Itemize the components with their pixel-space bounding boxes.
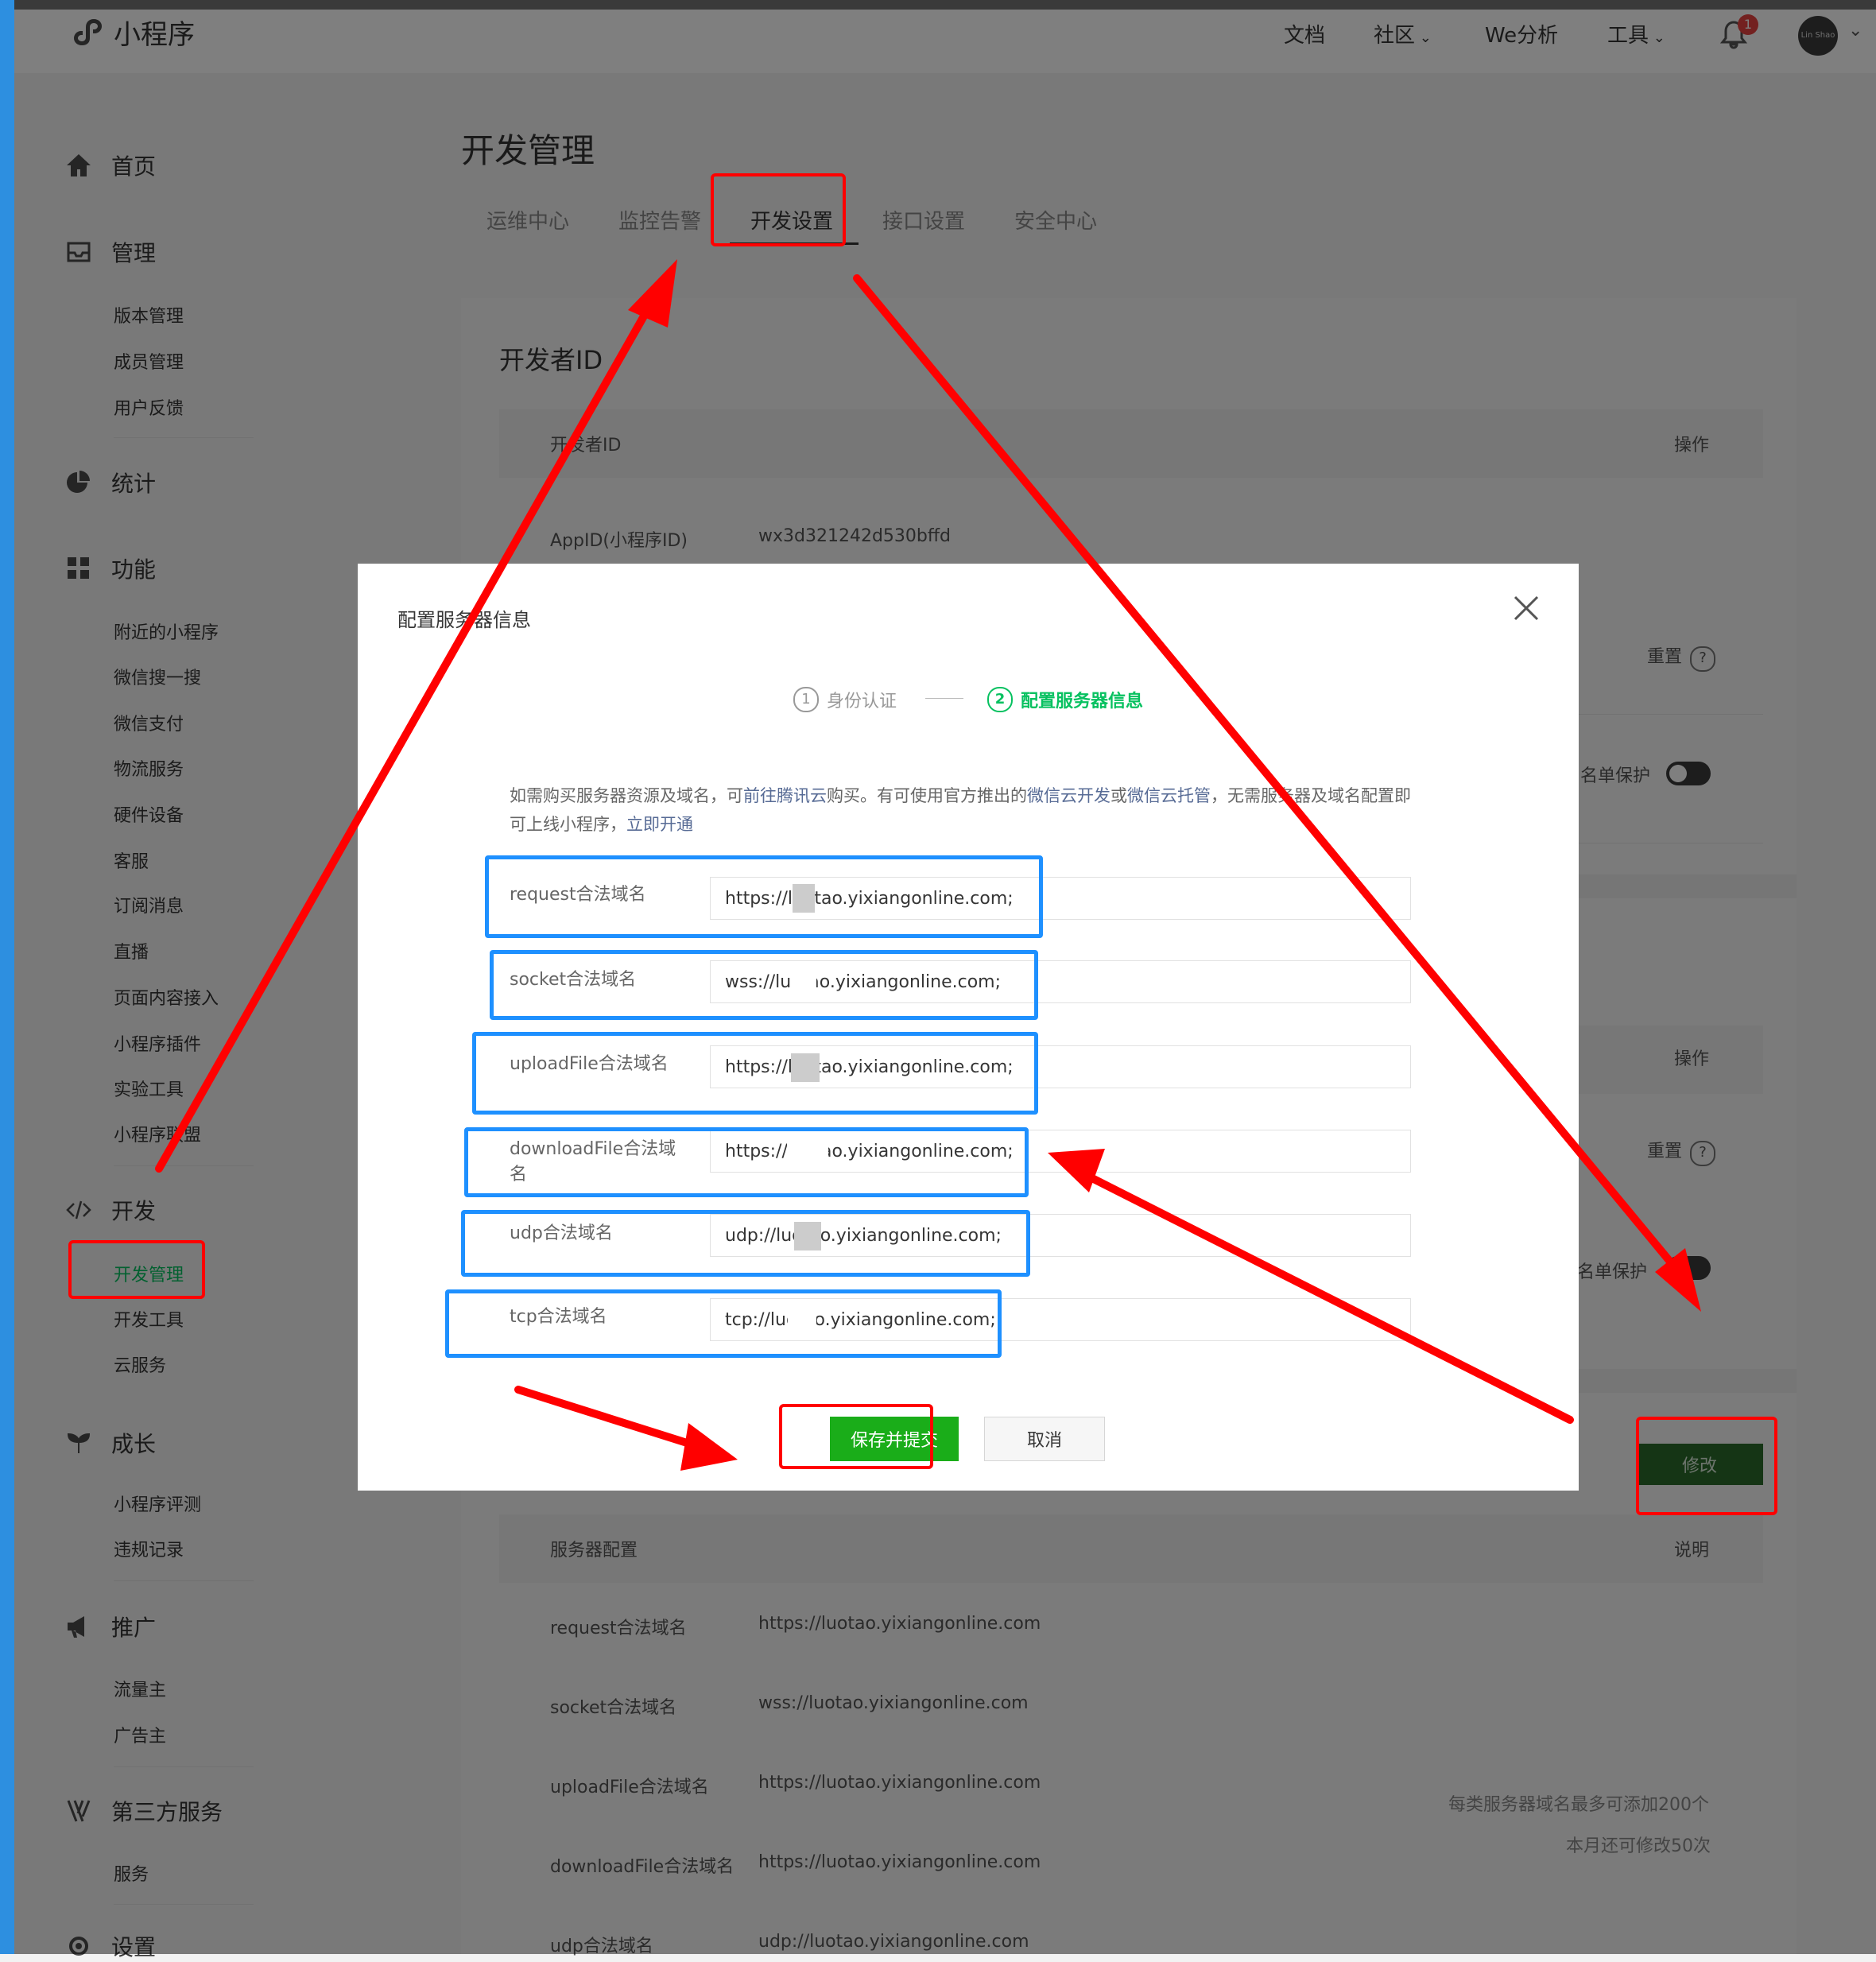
annotation-box-save-button bbox=[779, 1404, 933, 1469]
step-label: 配置服务器信息 bbox=[1021, 692, 1144, 712]
modal-notice: 如需购买服务器资源及域名，可前往腾讯云购买。有可使用官方推出的微信云开发或微信云… bbox=[510, 781, 1416, 839]
wechat-cloud-hosting-link[interactable]: 微信云托管 bbox=[1127, 786, 1211, 805]
annotation-box-udp-field bbox=[461, 1210, 1030, 1277]
window-top-bar bbox=[14, 0, 1876, 10]
notice-text: 或 bbox=[1110, 786, 1127, 805]
step-identity: 1 身份认证 bbox=[793, 687, 897, 712]
step-server-config: 2 配置服务器信息 bbox=[987, 687, 1143, 712]
cancel-button[interactable]: 取消 bbox=[984, 1417, 1105, 1461]
annotation-box-modify-button bbox=[1636, 1417, 1777, 1515]
annotation-box-uploadfile-field bbox=[472, 1032, 1038, 1115]
step-number: 2 bbox=[987, 687, 1013, 712]
annotation-box-downloadfile-field bbox=[464, 1127, 1029, 1197]
annotation-box-dev-manage bbox=[68, 1240, 205, 1299]
close-icon[interactable] bbox=[1510, 592, 1542, 624]
annotation-box-tcp-field bbox=[445, 1289, 1002, 1358]
notice-text: 购买。有可使用官方推出的 bbox=[827, 786, 1027, 805]
annotation-box-dev-settings-tab bbox=[711, 173, 846, 246]
step-label: 身份认证 bbox=[827, 692, 897, 712]
window-frame-edge bbox=[0, 0, 14, 1954]
activate-now-link[interactable]: 立即开通 bbox=[626, 815, 693, 834]
annotation-box-request-field bbox=[485, 855, 1043, 938]
notice-text: 如需购买服务器资源及域名，可 bbox=[510, 786, 743, 805]
annotation-box-socket-field bbox=[490, 950, 1038, 1020]
step-connector bbox=[925, 698, 963, 699]
step-number: 1 bbox=[793, 687, 819, 712]
modal-title: 配置服务器信息 bbox=[397, 609, 531, 631]
tencent-cloud-link[interactable]: 前往腾讯云 bbox=[743, 786, 827, 805]
wechat-cloud-dev-link[interactable]: 微信云开发 bbox=[1027, 786, 1110, 805]
